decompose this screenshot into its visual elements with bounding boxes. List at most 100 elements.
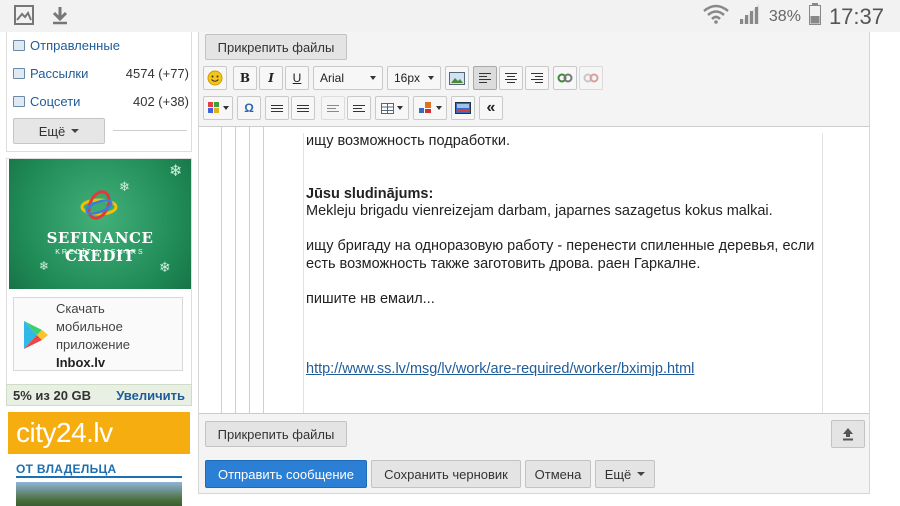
upload-button[interactable] [831, 420, 865, 448]
folder-count: 4574 (+77) [125, 66, 189, 81]
emoji-button[interactable] [203, 66, 227, 90]
send-message-button[interactable]: Отправить сообщение [205, 460, 367, 488]
unordered-list-icon [297, 104, 309, 112]
clock: 17:37 [828, 4, 884, 29]
chevron-down-icon [637, 472, 646, 476]
unlink-icon [583, 73, 599, 83]
snowflake-icon: ❄ [169, 163, 183, 180]
more-label: Ещё [38, 123, 66, 139]
ad-brand-main: SEFINANCE CREDIT [46, 229, 154, 265]
outdent-button[interactable] [321, 96, 345, 120]
outdent-icon [327, 104, 339, 112]
body-line: Mekleju brigadu vienreizejam darbam, jap… [306, 203, 773, 219]
quote-line [249, 127, 250, 413]
ad-banner[interactable]: ❄ ❄ ❄ ❄ SEFINANCE CREDIT KREDĪTU CENTRS … [6, 158, 192, 402]
indent-button[interactable] [347, 96, 371, 120]
editor-toolbar-row-2: Ω « [203, 94, 605, 122]
quote-line [221, 127, 222, 413]
ad-link[interactable]: http://www.ss.lv/msg/lv/work/are-require… [306, 361, 694, 377]
underline-button[interactable]: U [285, 66, 309, 90]
align-right-button[interactable] [525, 66, 549, 90]
attach-files-button[interactable]: Прикрепить файлы [205, 421, 347, 447]
chevron-down-icon [71, 129, 80, 133]
ordered-list-button[interactable] [265, 96, 289, 120]
bold-icon: B [239, 71, 251, 85]
message-editor[interactable]: ищу возможность подработки. Jūsu sludinā… [199, 126, 869, 414]
italic-button[interactable]: I [259, 66, 283, 90]
remove-link-button[interactable] [579, 66, 603, 90]
smiley-icon [207, 70, 223, 86]
status-bar: 38% 17:37 [0, 0, 900, 32]
divider [16, 476, 182, 478]
special-char-button[interactable]: Ω [237, 96, 261, 120]
folder-sent[interactable]: Отправленные [13, 38, 189, 53]
unordered-list-button[interactable] [291, 96, 315, 120]
highlight-color-button[interactable] [413, 96, 447, 120]
align-left-icon [479, 73, 491, 83]
folder-name: Отправленные [30, 38, 120, 53]
align-left-button[interactable] [473, 66, 497, 90]
table-icon [381, 102, 394, 114]
wifi-icon [703, 4, 729, 30]
social-folder-icon [13, 96, 25, 107]
app-name: Inbox.lv [56, 355, 106, 370]
property-photo[interactable] [16, 482, 182, 506]
image-icon [449, 71, 465, 85]
mailings-folder-icon [13, 68, 25, 79]
folder-mailings[interactable]: Рассылки 4574 (+77) [13, 66, 189, 81]
more-actions-button[interactable]: Ещё [595, 460, 655, 488]
upload-icon [843, 428, 853, 441]
folder-name: Соцсети [30, 94, 81, 109]
mobile-app-promo[interactable]: Скачать мобильное приложение Inbox.lv [13, 297, 183, 371]
attach-files-button-top[interactable]: Прикрепить файлы [205, 34, 347, 60]
indent-icon [353, 104, 365, 112]
quote-line [235, 127, 236, 413]
app-promo-line: Скачать [56, 301, 105, 316]
quote-line [263, 127, 264, 413]
font-family-select[interactable]: Arial [313, 66, 383, 90]
folder-count: 402 (+38) [132, 94, 189, 109]
font-size-select[interactable]: 16px [387, 66, 441, 90]
owner-section-title[interactable]: ОТ ВЛАДЕЛЬЦА [16, 462, 117, 476]
city24-ad[interactable]: city24.lv [8, 412, 190, 454]
app-promo-line: приложение [56, 337, 130, 352]
align-center-button[interactable] [499, 66, 523, 90]
google-play-icon [24, 321, 48, 349]
storage-used: 5% из 20 GB [13, 387, 92, 403]
insert-link-button[interactable] [553, 66, 577, 90]
bold-button[interactable]: B [233, 66, 257, 90]
text-color-button[interactable] [203, 96, 233, 120]
insert-video-button[interactable] [451, 96, 475, 120]
italic-icon: I [268, 71, 274, 85]
increase-storage-link[interactable]: Увеличить [116, 388, 185, 403]
sent-folder-icon [13, 40, 25, 51]
folder-name: Рассылки [30, 66, 89, 81]
chevron-down-icon [397, 106, 403, 110]
save-draft-button[interactable]: Сохранить черновик [371, 460, 521, 488]
insert-image-button[interactable] [445, 66, 469, 90]
align-center-icon [505, 73, 517, 83]
chevron-down-icon [222, 106, 229, 110]
cancel-button[interactable]: Отмена [525, 460, 591, 488]
download-icon [50, 5, 70, 30]
double-chevron-left-icon: « [486, 99, 496, 116]
collapse-toolbar-button[interactable]: « [479, 96, 503, 120]
font-size-value: 16px [394, 71, 421, 85]
chevron-down-icon [435, 106, 442, 110]
link-icon [557, 73, 573, 83]
battery-percent: 38% [768, 8, 801, 25]
compose-panel: Прикрепить файлы B I U Arial 16px Ω « ищ… [198, 32, 870, 494]
folder-social[interactable]: Соцсети 402 (+38) [13, 94, 189, 109]
omega-icon: Ω [244, 101, 254, 115]
folder-list: Отправленные Рассылки 4574 (+77) Соцсети… [6, 32, 192, 152]
sidebar-more-button[interactable]: Ещё [13, 118, 105, 144]
highlight-icon [418, 102, 431, 113]
sefinance-ad[interactable]: ❄ ❄ ❄ ❄ SEFINANCE CREDIT KREDĪTU CENTRS [9, 159, 191, 289]
more-label: Ещё [604, 466, 632, 482]
message-body[interactable]: ищу возможность подработки. Jūsu sludinā… [303, 133, 823, 413]
app-promo-line: мобильное [56, 319, 123, 334]
table-button[interactable] [375, 96, 409, 120]
underline-icon: U [292, 71, 302, 85]
battery-icon [808, 3, 821, 31]
media-icon [455, 102, 471, 114]
